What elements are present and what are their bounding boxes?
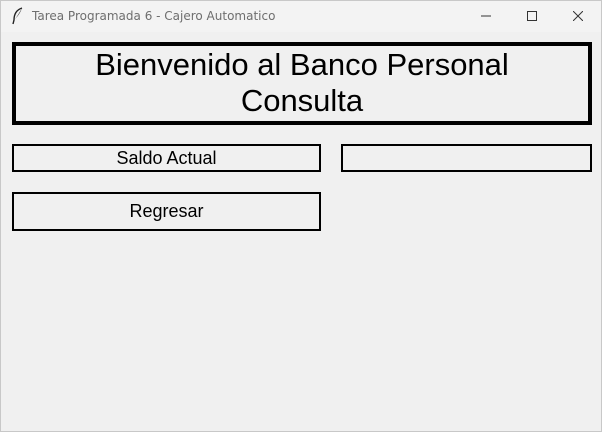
saldo-value-display <box>341 144 592 172</box>
main-content: Bienvenido al Banco Personal Consulta Sa… <box>1 32 601 431</box>
window-title: Tarea Programada 6 - Cajero Automatico <box>32 9 276 23</box>
regresar-button[interactable]: Regresar <box>12 192 321 231</box>
app-window: Tarea Programada 6 - Cajero Automatico B… <box>0 0 602 432</box>
close-button[interactable] <box>555 1 601 32</box>
close-icon <box>573 11 583 21</box>
minimize-icon <box>481 15 491 17</box>
maximize-button[interactable] <box>509 1 555 32</box>
title-bar[interactable]: Tarea Programada 6 - Cajero Automatico <box>1 1 601 32</box>
maximize-icon <box>527 11 537 21</box>
welcome-title: Bienvenido al Banco Personal <box>95 47 509 82</box>
feather-icon <box>10 7 26 25</box>
minimize-button[interactable] <box>463 1 509 32</box>
saldo-actual-button[interactable]: Saldo Actual <box>12 144 321 172</box>
welcome-header: Bienvenido al Banco Personal Consulta <box>12 42 592 125</box>
section-title: Consulta <box>240 83 364 118</box>
